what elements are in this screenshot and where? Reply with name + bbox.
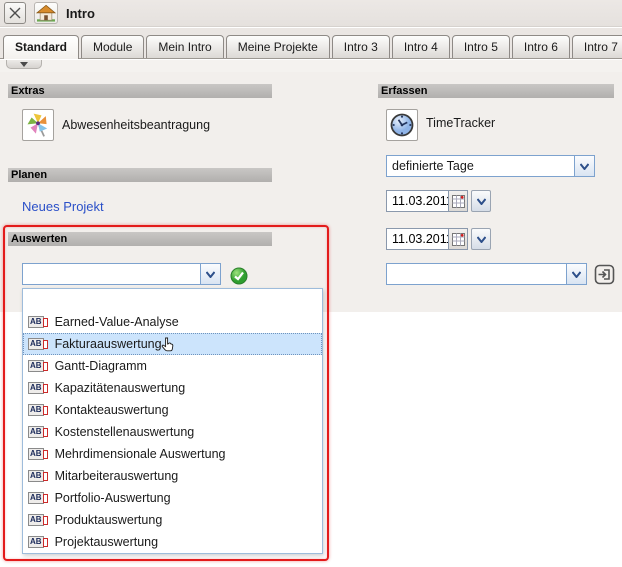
list-item-label: Kostenstellenauswertung: [55, 425, 195, 439]
list-item[interactable]: AB Mitarbeiterauswertung: [23, 465, 322, 487]
date-to-calendar-button[interactable]: [448, 228, 468, 250]
auswerten-dropdown-list: AB Earned-Value-Analyse AB Fakturaauswer…: [22, 288, 323, 554]
ab-report-icon: AB: [28, 448, 48, 460]
close-icon: [8, 6, 22, 20]
app-window: Intro Standard Module Mein Intro Meine P…: [0, 0, 622, 567]
list-item[interactable]: AB Portfolio-Auswertung: [23, 487, 322, 509]
ab-report-icon: AB: [28, 426, 48, 438]
section-header-erfassen: Erfassen: [378, 84, 614, 98]
abwesenheit-app-button[interactable]: [22, 109, 54, 141]
collapse-strip: [0, 60, 622, 72]
close-button[interactable]: [4, 2, 26, 24]
tab-module[interactable]: Module: [81, 35, 144, 58]
tab-intro-7[interactable]: Intro 7: [572, 35, 622, 58]
calendar-icon: [452, 195, 465, 208]
list-item-label: Projektauswertung: [55, 535, 159, 549]
home-icon: [36, 4, 56, 22]
date-to-input[interactable]: [386, 228, 448, 250]
calendar-icon: [452, 233, 465, 246]
section-header-auswerten: Auswerten: [8, 232, 272, 246]
date-to-dropdown-button[interactable]: [471, 228, 491, 250]
ab-report-icon: AB: [28, 404, 48, 416]
list-item[interactable]: AB Projektauswertung: [23, 531, 322, 553]
list-item[interactable]: AB Gantt-Diagramm: [23, 355, 322, 377]
list-item-label: Mitarbeiterauswertung: [55, 469, 179, 483]
list-item-label: Earned-Value-Analyse: [55, 315, 179, 329]
neues-projekt-link[interactable]: Neues Projekt: [22, 199, 104, 214]
section-header-extras: Extras: [8, 84, 272, 98]
tab-intro-5[interactable]: Intro 5: [452, 35, 510, 58]
list-item-label: Mehrdimensionale Auswertung: [55, 447, 226, 461]
chevron-down-icon: [580, 163, 589, 170]
list-item-label: Portfolio-Auswertung: [55, 491, 171, 505]
ab-report-icon: AB: [28, 514, 48, 526]
date-from-input[interactable]: [386, 190, 448, 212]
tab-intro-4[interactable]: Intro 4: [392, 35, 450, 58]
list-item-label: Kontakteauswertung: [55, 403, 169, 417]
list-item[interactable]: AB Kapazitätenauswertung: [23, 377, 322, 399]
list-item[interactable]: AB Kostenstellenauswertung: [23, 421, 322, 443]
ab-report-icon: AB: [28, 492, 48, 504]
mode-combobox[interactable]: definierte Tage: [386, 155, 595, 177]
abwesenheit-app-label: Abwesenheitsbeantragung: [62, 118, 210, 132]
title-bar: Intro: [0, 0, 622, 27]
tab-intro-3[interactable]: Intro 3: [332, 35, 390, 58]
date-from-widget: [386, 190, 491, 212]
list-item[interactable]: AB Kontakteauswertung: [23, 399, 322, 421]
list-item[interactable]: AB Mehrdimensionale Auswertung: [23, 443, 322, 465]
chevron-down-icon: [572, 271, 581, 278]
list-item-label: Produktauswertung: [55, 513, 163, 527]
tab-meine-projekte[interactable]: Meine Projekte: [226, 35, 330, 58]
list-item-label: Gantt-Diagramm: [55, 359, 147, 373]
chevron-down-icon: [206, 271, 215, 278]
home-button[interactable]: [34, 2, 58, 24]
ab-report-icon: AB: [28, 536, 48, 548]
extra-combo-value[interactable]: [387, 264, 566, 284]
auswerten-combo-arrow-button[interactable]: [200, 264, 220, 284]
chevron-down-icon: [20, 62, 28, 67]
go-button[interactable]: [593, 263, 615, 285]
list-item[interactable]: AB Produktauswertung: [23, 509, 322, 531]
auswerten-combo-value[interactable]: [23, 264, 200, 284]
tab-mein-intro[interactable]: Mein Intro: [146, 35, 223, 58]
page-title: Intro: [66, 6, 95, 21]
ab-report-icon: AB: [28, 338, 48, 350]
tab-bar: Standard Module Mein Intro Meine Projekt…: [0, 28, 622, 59]
pinwheel-icon: [24, 111, 52, 139]
check-icon: [230, 267, 248, 285]
mode-combo-arrow-button[interactable]: [574, 156, 594, 176]
tab-intro-6[interactable]: Intro 6: [512, 35, 570, 58]
ab-report-icon: AB: [28, 360, 48, 372]
extra-combo-arrow-button[interactable]: [566, 264, 586, 284]
timetracker-app-label: TimeTracker: [426, 116, 495, 130]
chevron-down-icon: [477, 236, 486, 243]
enter-arrow-icon: [594, 264, 615, 285]
section-header-planen: Planen: [8, 168, 272, 182]
list-item[interactable]: AB Earned-Value-Analyse: [23, 311, 322, 333]
list-item-label: Fakturaauswertung: [55, 337, 162, 351]
date-to-widget: [386, 228, 491, 250]
collapse-button[interactable]: [6, 60, 42, 69]
date-from-dropdown-button[interactable]: [471, 190, 491, 212]
mode-combo-value[interactable]: definierte Tage: [387, 156, 574, 176]
clock-icon: [388, 111, 416, 139]
list-item-label: Kapazitätenauswertung: [55, 381, 186, 395]
tab-standard[interactable]: Standard: [3, 35, 79, 59]
date-from-calendar-button[interactable]: [448, 190, 468, 212]
auswerten-combobox[interactable]: [22, 263, 221, 285]
list-item-highlighted[interactable]: AB Fakturaauswertung: [23, 333, 322, 355]
ab-report-icon: AB: [28, 382, 48, 394]
chevron-down-icon: [477, 198, 486, 205]
hand-cursor-icon: [161, 337, 174, 356]
extra-combobox[interactable]: [386, 263, 587, 285]
list-item-empty[interactable]: [23, 289, 322, 311]
ab-report-icon: AB: [28, 316, 48, 328]
ab-report-icon: AB: [28, 470, 48, 482]
timetracker-app-button[interactable]: [386, 109, 418, 141]
confirm-button[interactable]: [230, 267, 248, 285]
